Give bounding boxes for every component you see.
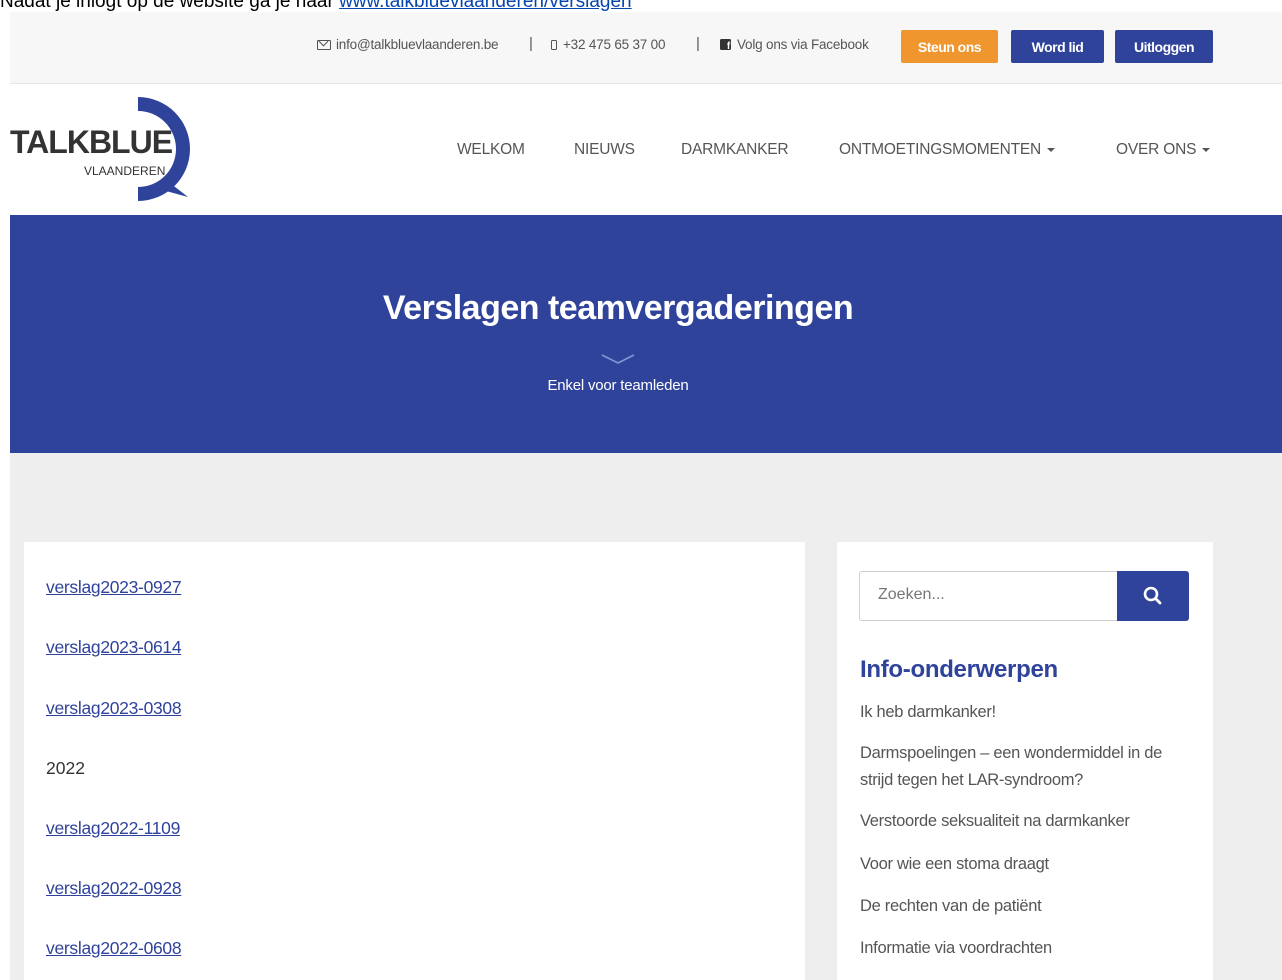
nav-colon-cancer[interactable]: DARMKANKER xyxy=(681,141,789,159)
reports-list: verslag2023-0927 verslag2023-0614 versla… xyxy=(24,542,805,980)
logo-text: TALKBLUE xyxy=(10,124,173,160)
report-link[interactable]: verslag2022-0608 xyxy=(46,938,182,959)
phone-text: +32 475 65 37 00 xyxy=(563,37,666,52)
nav-news[interactable]: NIEUWS xyxy=(574,141,635,159)
page-subtitle: Enkel voor teamleden xyxy=(547,377,689,394)
sidebar: Zoeken... Info-onderwerpen Ik heb darmka… xyxy=(837,542,1213,980)
nav-about[interactable]: OVER ONS xyxy=(1116,141,1211,159)
document-link[interactable]: www.talkbluevlaanderen/verslagen xyxy=(339,0,632,12)
caret-down-icon xyxy=(1202,147,1211,152)
search-input[interactable]: Zoeken... xyxy=(859,571,1118,621)
facebook-icon xyxy=(720,39,731,52)
separator: | xyxy=(696,35,700,52)
sidebar-link[interactable]: Voor wie een stoma draagt xyxy=(860,851,1190,878)
phone-contact[interactable]: +32 475 65 37 00 xyxy=(551,37,665,52)
sidebar-link[interactable]: Informatie via voordrachten xyxy=(860,935,1190,962)
report-link[interactable]: verslag2023-0927 xyxy=(46,577,182,598)
mail-icon xyxy=(317,39,331,50)
logout-button[interactable]: Uitloggen xyxy=(1115,30,1213,63)
phone-icon xyxy=(551,39,557,50)
search-button[interactable] xyxy=(1117,571,1189,621)
page-title: Verslagen teamvergaderingen xyxy=(382,289,854,327)
report-link[interactable]: verslag2023-0308 xyxy=(46,698,182,719)
caret-down-icon xyxy=(1047,147,1055,152)
top-bar: info@talkbluevlaanderen.be | +32 475 65 … xyxy=(10,12,1282,84)
document-text: Nadat je inlogt op de website ga je naar xyxy=(0,0,340,12)
talkblue-logo[interactable]: TALKBLUE VLAANDEREN xyxy=(10,95,200,205)
nav-meetings-label: ONTMOETINGSMOMENTEN xyxy=(839,141,1041,158)
website-frame: info@talkbluevlaanderen.be | +32 475 65 … xyxy=(10,12,1282,980)
sidebar-link[interactable]: Verstoorde seksualiteit na darmkanker xyxy=(860,808,1190,835)
report-link[interactable]: verslag2022-1109 xyxy=(46,818,180,839)
sidebar-link[interactable]: Darmspoelingen – een wondermiddel in de … xyxy=(860,740,1190,794)
site-header: TALKBLUE VLAANDEREN WELKOM NIEUWS DARMKA… xyxy=(10,85,1282,215)
logo-subtext: VLAANDEREN xyxy=(84,164,165,178)
sidebar-link[interactable]: Ik heb darmkanker! xyxy=(860,699,1190,726)
logo-mark: TALKBLUE VLAANDEREN xyxy=(10,97,190,201)
report-link[interactable]: verslag2022-0928 xyxy=(46,878,182,899)
year-heading: 2022 xyxy=(46,758,85,778)
report-link[interactable]: verslag2023-0614 xyxy=(46,637,182,658)
page-banner: Verslagen teamvergaderingen Enkel voor t… xyxy=(10,215,1282,453)
separator: | xyxy=(529,35,533,52)
nav-about-label: OVER ONS xyxy=(1116,141,1197,158)
chevron-down-icon xyxy=(601,354,635,364)
join-button[interactable]: Word lid xyxy=(1011,30,1104,63)
facebook-link[interactable]: Volg ons via Facebook xyxy=(720,37,869,52)
search-icon xyxy=(1143,586,1162,605)
email-contact[interactable]: info@talkbluevlaanderen.be xyxy=(317,37,499,52)
email-text: info@talkbluevlaanderen.be xyxy=(336,37,499,52)
nav-welcome[interactable]: WELKOM xyxy=(457,141,525,159)
sidebar-title: Info-onderwerpen xyxy=(860,656,1058,683)
facebook-text: Volg ons via Facebook xyxy=(737,37,869,52)
nav-meetings[interactable]: ONTMOETINGSMOMENTEN xyxy=(839,141,1055,159)
donate-button[interactable]: Steun ons xyxy=(901,30,998,63)
sidebar-link[interactable]: De rechten van de patiënt xyxy=(860,893,1190,920)
